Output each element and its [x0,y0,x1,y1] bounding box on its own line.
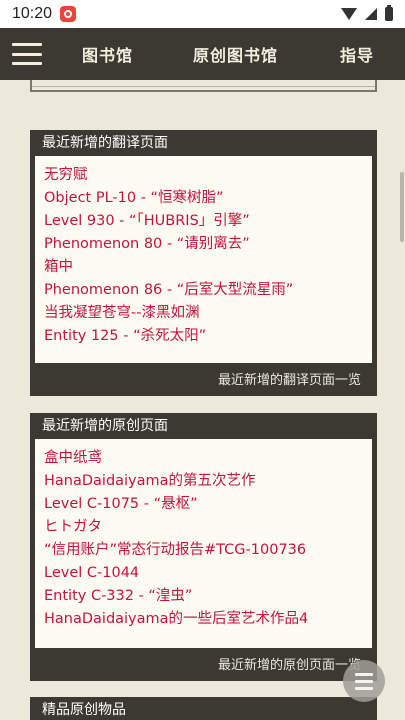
app-notification-icon [60,6,77,22]
wifi-icon [341,8,357,20]
status-time: 10:20 [12,5,53,22]
list-item[interactable]: “信用账户”常态行动报告#TCG-100736 [44,539,363,562]
panel-list: 盒中纸鸢 HanaDaidaiyama的第五次艺作 Level C-1075 -… [35,439,372,648]
top-navbar: 图书馆 原创图书馆 指导 [0,28,405,80]
nav-guide[interactable]: 指导 [340,42,374,66]
list-item[interactable]: Entity C-332 - “湟虫” [44,585,363,608]
nav-original-library[interactable]: 原创图书馆 [193,42,278,66]
list-item[interactable]: Phenomenon 86 - “后室大型流星雨” [44,279,363,302]
status-icons [341,5,393,21]
status-bar: 10:20 [0,0,405,28]
page-content: 最近新增的翻译页面 无穷赋 Object PL-10 - “恒寒树脂” Leve… [0,80,405,720]
cell-signal-icon [365,8,377,20]
scrollbar-thumb[interactable] [400,172,404,242]
list-item[interactable]: ヒトガタ [44,516,363,539]
panel-title: 最近新增的原创页面 [42,418,168,434]
list-item[interactable]: 箱中 [44,256,363,279]
panel-title: 精品原创物品 [42,702,126,718]
list-item[interactable]: Level C-1044 [44,562,363,585]
list-item[interactable]: 盒中纸鸢 [44,447,363,470]
nav-library[interactable]: 图书馆 [82,42,133,66]
panel-list: 无穷赋 Object PL-10 - “恒寒树脂” Level 930 - “「… [35,156,372,363]
list-item[interactable]: 无穷赋 [44,164,363,187]
list-item[interactable]: 当我凝望苍穹--漆黑如渊 [44,302,363,325]
menu-icon[interactable] [12,43,42,65]
floating-menu-button[interactable] [343,660,385,702]
panel-title: 最近新增的翻译页面 [42,135,168,151]
previous-section-bottom [30,80,377,92]
list-item[interactable]: Level C-1075 - “悬枢” [44,493,363,516]
list-item[interactable]: Entity 125 - “杀死太阳” [44,325,363,348]
list-item[interactable]: Phenomenon 80 - “请别离去” [44,233,363,256]
battery-icon [385,5,393,21]
list-item[interactable]: Level 930 - “「HUBRIS」引擎” [44,210,363,233]
list-item[interactable]: HanaDaidaiyama的一些后室艺术作品4 [44,608,363,631]
list-item[interactable]: Object PL-10 - “恒寒树脂” [44,187,363,210]
list-item[interactable]: HanaDaidaiyama的第五次艺作 [44,470,363,493]
recent-originals-more-link[interactable]: 最近新增的原创页面一览 [30,648,377,676]
recent-translations-panel: 最近新增的翻译页面 无穷赋 Object PL-10 - “恒寒树脂” Leve… [30,130,377,396]
recent-originals-panel: 最近新增的原创页面 盒中纸鸢 HanaDaidaiyama的第五次艺作 Leve… [30,413,377,681]
featured-originals-panel: 精品原创物品 [30,697,377,720]
recent-translations-more-link[interactable]: 最近新增的翻译页面一览 [30,363,377,391]
